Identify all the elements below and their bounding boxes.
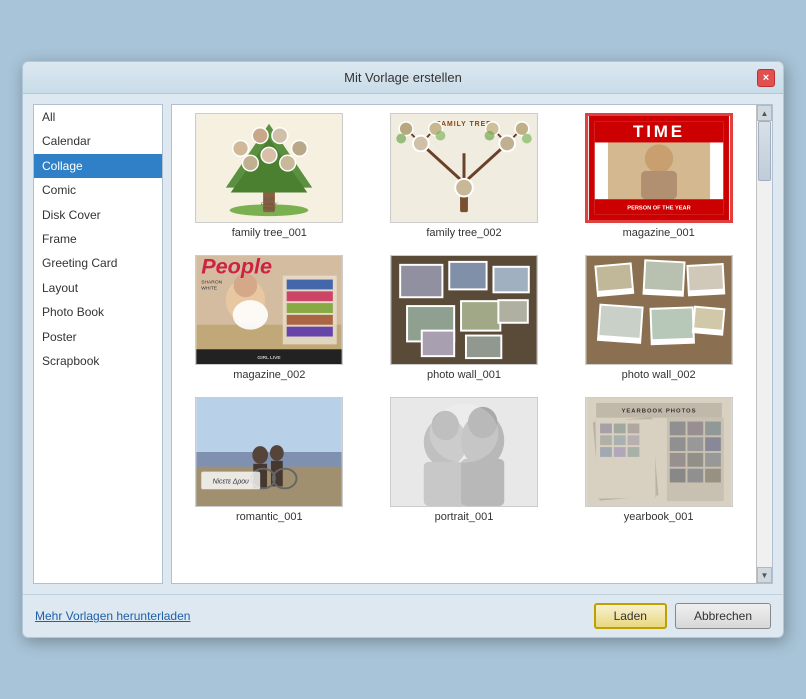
template-ft2[interactable]: FAMILY TREE	[375, 113, 554, 239]
titlebar: Mit Vorlage erstellen ×	[23, 62, 783, 94]
thumb-label-ft2: family tree_002	[426, 227, 501, 239]
sidebar-item-photo-book[interactable]: Photo Book	[34, 300, 162, 324]
thumb-label-row3b: portrait_001	[435, 511, 494, 523]
svg-text:YEARBOOK PHOTOS: YEARBOOK PHOTOS	[621, 409, 696, 415]
svg-text:WHITE: WHITE	[202, 285, 218, 291]
template-row3c[interactable]: YEARBOOK PHOTOS	[569, 397, 748, 523]
template-row3b[interactable]: portrait_001	[375, 397, 554, 523]
sidebar-item-frame[interactable]: Frame	[34, 227, 162, 251]
sidebar-item-greeting-card[interactable]: Greeting Card	[34, 251, 162, 275]
scroll-up-button[interactable]: ▲	[757, 105, 772, 121]
close-button[interactable]: ×	[757, 69, 775, 87]
template-mag2[interactable]: People SHARON WHITE GIRL LIVE magazine_0…	[180, 255, 359, 381]
svg-text:People: People	[202, 256, 273, 279]
sidebar: All Calendar Collage Comic Disk Cover Fr…	[33, 104, 163, 584]
sidebar-item-poster[interactable]: Poster	[34, 325, 162, 349]
thumbnails-grid: OUR FAMILY TREE family tree_001 FAMILY T…	[172, 105, 756, 583]
sidebar-item-calendar[interactable]: Calendar	[34, 129, 162, 153]
thumb-img-pw1[interactable]	[390, 255, 538, 365]
scroll-thumb[interactable]	[758, 121, 771, 181]
sidebar-item-collage[interactable]: Collage	[34, 154, 162, 178]
sidebar-item-layout[interactable]: Layout	[34, 276, 162, 300]
cancel-button[interactable]: Abbrechen	[675, 603, 771, 629]
thumb-label-pw1: photo wall_001	[427, 369, 501, 381]
sidebar-item-all[interactable]: All	[34, 105, 162, 129]
thumb-img-ft1[interactable]: OUR FAMILY TREE	[195, 113, 343, 223]
thumb-img-ft2[interactable]: FAMILY TREE	[390, 113, 538, 223]
thumb-img-mag1[interactable]: TIME PERSON OF THE YEAR	[585, 113, 733, 223]
svg-text:SHARON: SHARON	[202, 279, 223, 285]
thumb-label-row3c: yearbook_001	[624, 511, 694, 523]
svg-text:FAMILY TREE: FAMILY TREE	[436, 121, 491, 128]
thumb-label-mag2: magazine_002	[233, 369, 305, 381]
main-dialog: Mit Vorlage erstellen × All Calendar Col…	[22, 61, 784, 638]
thumb-label-row3a: romantic_001	[236, 511, 303, 523]
content-area: OUR FAMILY TREE family tree_001 FAMILY T…	[171, 104, 773, 584]
dialog-footer: Mehr Vorlagen herunterladen Laden Abbrec…	[23, 594, 783, 637]
thumb-img-row3a[interactable]: Nicετε Δρου	[195, 397, 343, 507]
svg-text:PERSON OF THE YEAR: PERSON OF THE YEAR	[627, 206, 690, 212]
thumb-label-mag1: magazine_001	[623, 227, 695, 239]
footer-buttons: Laden Abbrechen	[594, 603, 771, 629]
thumb-label-ft1: family tree_001	[232, 227, 307, 239]
dialog-title: Mit Vorlage erstellen	[344, 70, 462, 85]
thumb-img-row3c[interactable]: YEARBOOK PHOTOS	[585, 397, 733, 507]
scroll-down-button[interactable]: ▼	[757, 567, 772, 583]
svg-text:TREE: TREE	[263, 206, 277, 212]
template-pw1[interactable]: photo wall_001	[375, 255, 554, 381]
template-row3a[interactable]: Nicετε Δρου romantic_001	[180, 397, 359, 523]
svg-text:GIRL LIVE: GIRL LIVE	[258, 355, 282, 361]
svg-text:TIME: TIME	[633, 122, 685, 141]
scrollbar[interactable]: ▲ ▼	[756, 105, 772, 583]
template-ft1[interactable]: OUR FAMILY TREE family tree_001	[180, 113, 359, 239]
thumb-img-mag2[interactable]: People SHARON WHITE GIRL LIVE	[195, 255, 343, 365]
dialog-body: All Calendar Collage Comic Disk Cover Fr…	[23, 94, 783, 594]
sidebar-item-comic[interactable]: Comic	[34, 178, 162, 202]
template-pw2[interactable]: photo wall_002	[569, 255, 748, 381]
download-templates-link[interactable]: Mehr Vorlagen herunterladen	[35, 609, 190, 623]
thumb-img-row3b[interactable]	[390, 397, 538, 507]
sidebar-item-disk-cover[interactable]: Disk Cover	[34, 203, 162, 227]
template-mag1[interactable]: TIME PERSON OF THE YEAR magazine_001	[569, 113, 748, 239]
sidebar-item-scrapbook[interactable]: Scrapbook	[34, 349, 162, 373]
load-button[interactable]: Laden	[594, 603, 667, 629]
thumb-label-pw2: photo wall_002	[622, 369, 696, 381]
svg-text:Nicετε Δρου: Nicετε Δρου	[213, 478, 249, 485]
scroll-track[interactable]	[757, 121, 772, 567]
thumb-img-pw2[interactable]	[585, 255, 733, 365]
